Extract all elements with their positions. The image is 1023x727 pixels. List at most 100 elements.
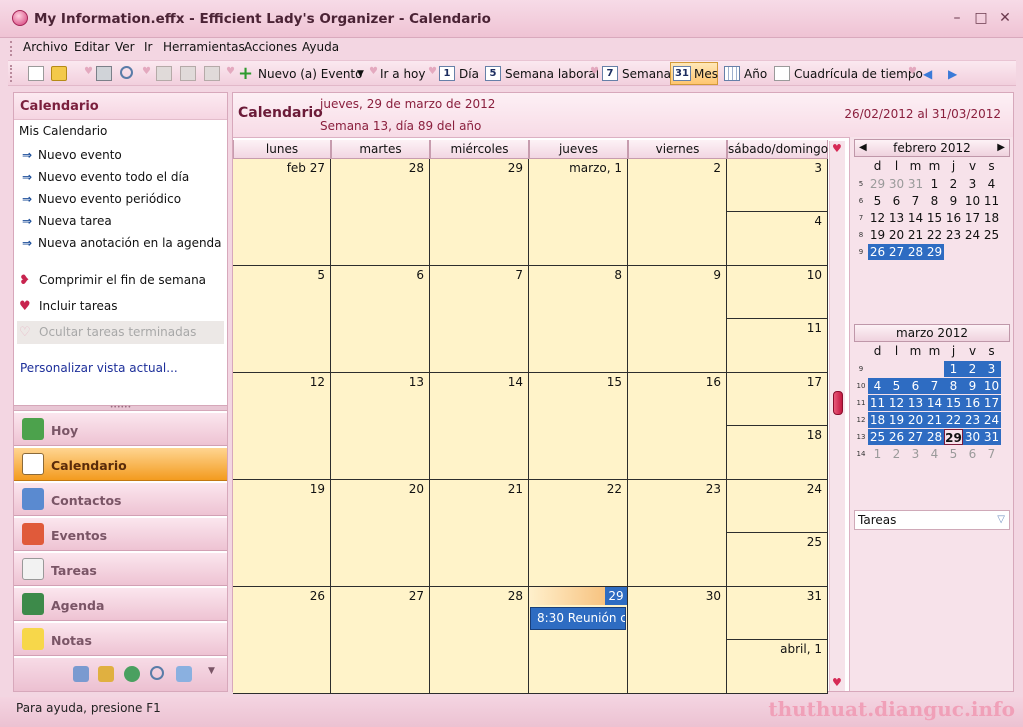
mini-day[interactable]: 23	[963, 412, 982, 428]
new-event-button[interactable]: Nuevo (a) Evento	[258, 67, 362, 81]
mini-day[interactable]: 28	[906, 244, 925, 260]
option-compress-weekend[interactable]: ❥ Comprimir el fin de semana	[19, 273, 206, 288]
nav-events[interactable]: Eventos	[14, 517, 227, 551]
task-new-recurring-event[interactable]: ⇒ Nuevo evento periódico	[22, 192, 181, 206]
mini-day[interactable]: 1	[868, 446, 887, 462]
nav-notes[interactable]: Notas	[14, 622, 227, 656]
mini-day[interactable]: 17	[982, 395, 1001, 411]
mini-day[interactable]: 31	[982, 429, 1001, 445]
mini-day[interactable]: 9	[963, 378, 982, 394]
day-cell[interactable]: 7	[430, 266, 529, 373]
day-cell[interactable]: 8	[529, 266, 628, 373]
day-cell[interactable]: 14	[430, 373, 529, 480]
mini-day[interactable]: 11	[982, 193, 1001, 209]
menu-ayuda[interactable]: Ayuda	[302, 40, 339, 54]
task-new-event[interactable]: ⇒ Nuevo evento	[22, 148, 122, 162]
year-view-icon[interactable]	[724, 66, 740, 81]
mini-day[interactable]: 7	[925, 378, 944, 394]
day-cell[interactable]: marzo, 1	[529, 159, 628, 266]
mini-day[interactable]: 25	[982, 227, 1001, 243]
mini-day[interactable]: 30	[887, 176, 906, 192]
day-cell[interactable]: 20	[331, 480, 430, 587]
globe-icon[interactable]	[124, 666, 140, 682]
mini-day[interactable]: 5	[944, 446, 963, 462]
mini-day[interactable]: 22	[925, 227, 944, 243]
mini-day[interactable]: 18	[868, 412, 887, 428]
search-icon[interactable]	[150, 666, 164, 680]
mini-day[interactable]: 28	[925, 429, 944, 445]
tasks-filter-box[interactable]: Tareas ▽	[854, 510, 1010, 530]
new-event-dropdown-icon[interactable]: ▼	[357, 69, 364, 79]
mini-day[interactable]: 15	[944, 395, 963, 411]
month-view-button[interactable]: Mes	[694, 67, 718, 81]
mini-day[interactable]: 4	[868, 378, 887, 394]
mini-day[interactable]: 3	[982, 361, 1001, 377]
mini-day[interactable]: 17	[963, 210, 982, 226]
nav-tasks[interactable]: Tareas	[14, 552, 227, 586]
day-cell[interactable]: 21	[430, 480, 529, 587]
mini-day[interactable]: 16	[944, 210, 963, 226]
copy-icon[interactable]	[180, 66, 196, 81]
mini-day[interactable]: 6	[963, 446, 982, 462]
mini-day[interactable]: 9	[944, 193, 963, 209]
day-cell[interactable]: 30	[628, 587, 727, 694]
day-cell[interactable]: 22	[529, 480, 628, 587]
day-cell[interactable]: 27	[331, 587, 430, 694]
task-new-allday-event[interactable]: ⇒ Nuevo evento todo el día	[22, 170, 189, 184]
new-document-icon[interactable]	[28, 66, 44, 81]
filter-icon[interactable]: ▽	[997, 511, 1005, 529]
maximize-button[interactable]: □	[970, 9, 992, 29]
next-month-arrow-icon[interactable]: ▶	[997, 140, 1005, 156]
scrollbar-thumb[interactable]	[833, 391, 843, 415]
folder-list-icon[interactable]	[73, 666, 89, 682]
menu-acciones[interactable]: Acciones	[244, 40, 297, 54]
mini-day[interactable]: 11	[868, 395, 887, 411]
mini-day[interactable]: 4	[982, 176, 1001, 192]
mini-day[interactable]: 25	[868, 429, 887, 445]
mini-day[interactable]: 5	[868, 193, 887, 209]
sync-icon[interactable]	[176, 666, 192, 682]
saturday-cell[interactable]: 17	[727, 373, 828, 426]
mini-day[interactable]: 21	[925, 412, 944, 428]
nav-today[interactable]: Hoy	[14, 412, 227, 446]
day-cell[interactable]: 23	[628, 480, 727, 587]
mini-day[interactable]: 3	[963, 176, 982, 192]
nav-calendar[interactable]: Calendario	[14, 447, 227, 481]
menu-herramientas[interactable]: Herramientas	[163, 40, 245, 54]
menu-ver[interactable]: Ver	[115, 40, 135, 54]
mini-day[interactable]: 2	[944, 176, 963, 192]
mini-day[interactable]: 5	[887, 378, 906, 394]
task-new-task[interactable]: ⇒ Nueva tarea	[22, 214, 112, 228]
mini-day[interactable]: 1	[944, 361, 963, 377]
day-cell[interactable]: 29	[430, 159, 529, 266]
mini-day[interactable]: 1	[925, 176, 944, 192]
menu-grip[interactable]	[10, 41, 13, 56]
day-cell[interactable]: 2	[628, 159, 727, 266]
day-cell[interactable]: feb 27	[233, 159, 331, 266]
mini-day[interactable]: 13	[906, 395, 925, 411]
timegrid-view-button[interactable]: Cuadrícula de tiempo	[794, 67, 923, 81]
mini-day[interactable]: 10	[982, 378, 1001, 394]
menu-editar[interactable]: Editar	[74, 40, 110, 54]
mini-day[interactable]: 29	[944, 429, 963, 445]
day-cell[interactable]: 28	[430, 587, 529, 694]
day-cell[interactable]: 5	[233, 266, 331, 373]
week-view-icon[interactable]: 7	[602, 66, 618, 81]
saturday-cell[interactable]: 3	[727, 159, 828, 212]
saturday-cell[interactable]: 24	[727, 480, 828, 533]
menu-ir[interactable]: Ir	[144, 40, 152, 54]
minimize-button[interactable]: –	[946, 9, 968, 29]
mini-day[interactable]: 8	[944, 378, 963, 394]
mini-day[interactable]: 26	[868, 244, 887, 260]
mini-day[interactable]: 14	[906, 210, 925, 226]
day-cell[interactable]: 16	[628, 373, 727, 480]
mini-day[interactable]: 20	[906, 412, 925, 428]
mini-day[interactable]: 24	[982, 412, 1001, 428]
day-view-icon[interactable]: 1	[439, 66, 455, 81]
prev-month-arrow-icon[interactable]: ◀	[859, 140, 867, 156]
forward-arrow-icon[interactable]: ▶	[948, 67, 957, 81]
paste-icon[interactable]	[204, 66, 220, 81]
mini-day[interactable]: 13	[887, 210, 906, 226]
workweek-view-icon[interactable]: 5	[485, 66, 501, 81]
scroll-up-heart-icon[interactable]: ♥	[832, 142, 842, 155]
